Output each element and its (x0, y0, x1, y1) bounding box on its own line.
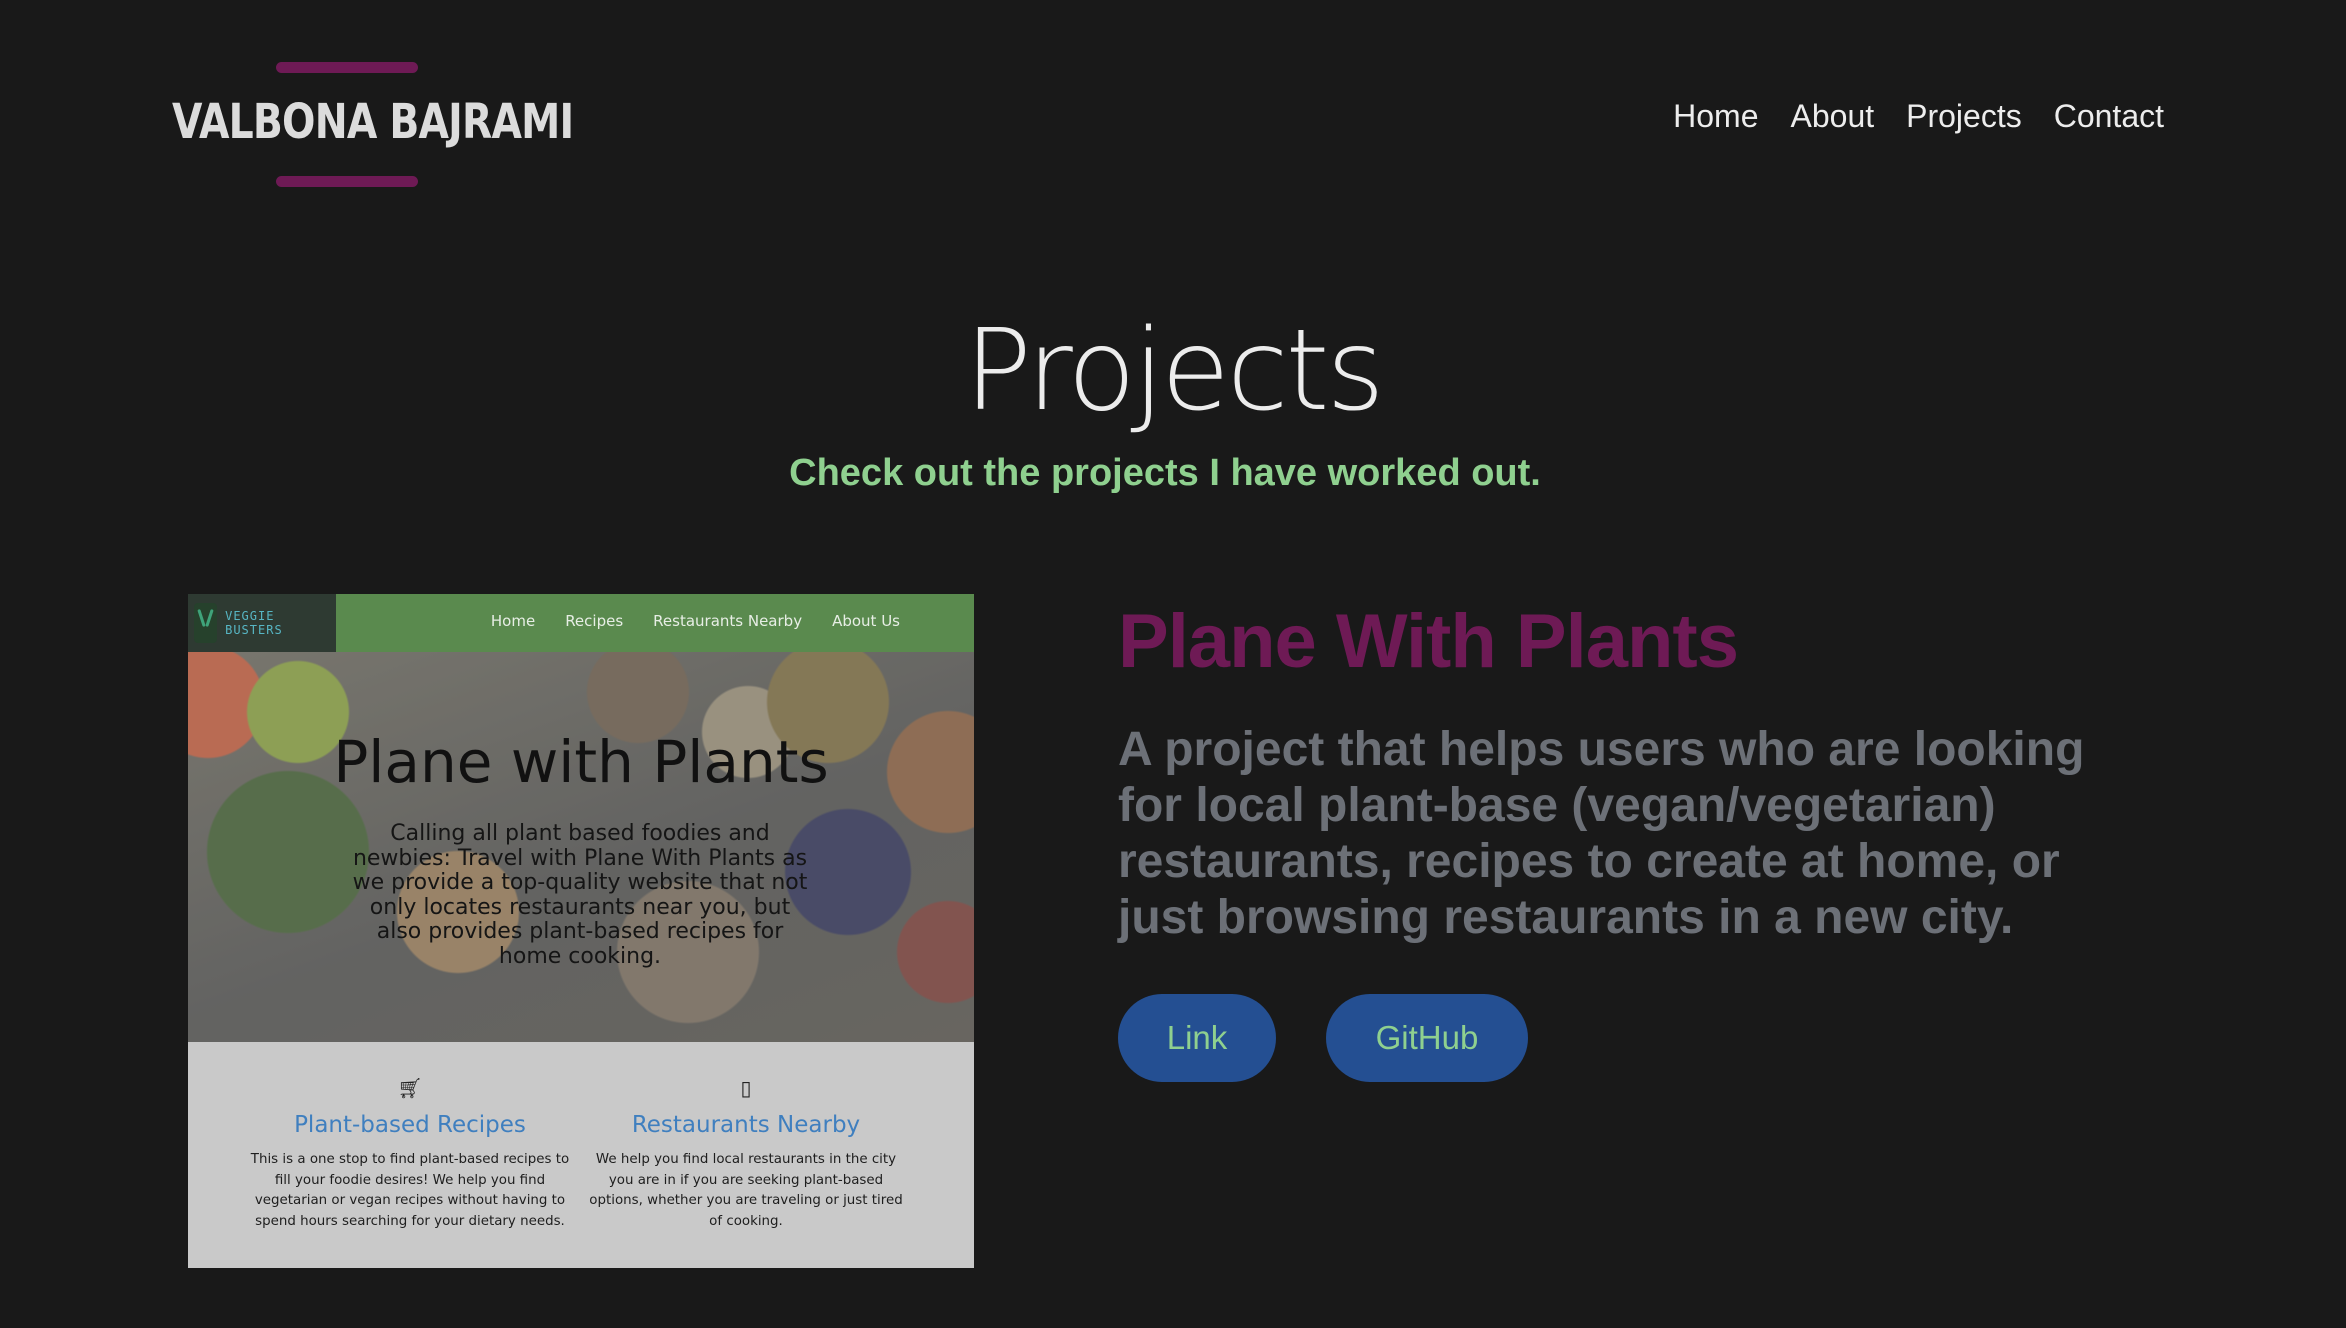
nav-contact[interactable]: Contact (2054, 98, 2164, 135)
screenshot-brand-text: VEGGIE BUSTERS (225, 609, 283, 637)
github-button[interactable]: GitHub (1326, 994, 1528, 1082)
logo-bar-bottom (276, 176, 418, 187)
screenshot-nav-restaurants: Restaurants Nearby (653, 612, 803, 630)
page-subtitle: Check out the projects I have worked out… (789, 452, 1541, 494)
main-nav: Home About Projects Contact (1673, 98, 2164, 135)
logo-bar-top (276, 62, 418, 73)
nav-home[interactable]: Home (1673, 98, 1758, 135)
project-description: A project that helps users who are looki… (1118, 723, 2085, 944)
screenshot-nav-home: Home (490, 612, 536, 630)
feature-text: We help you find local restaurants in th… (589, 1152, 903, 1229)
screenshot-features: 🛒︎ Plant-based Recipes This is a one sto… (188, 1042, 974, 1268)
screenshot-navbar: VEGGIE BUSTERS Home Recipes Restaurants … (188, 594, 974, 652)
screenshot-hero-title: Plane with Plants (333, 728, 829, 796)
screenshot-nav-recipes: Recipes (565, 612, 624, 630)
nav-about[interactable]: About (1791, 98, 1875, 135)
screenshot-nav-about: About Us (832, 612, 900, 630)
feature-text: This is a one stop to find plant-based r… (250, 1152, 570, 1229)
cart-icon: 🛒︎ (397, 1078, 423, 1100)
screenshot-hero-image: Plane with Plants Calling all plant base… (188, 652, 974, 1042)
project-screenshot: VEGGIE BUSTERS Home Recipes Restaurants … (188, 594, 974, 1268)
feature-recipes: 🛒︎ Plant-based Recipes This is a one sto… (250, 1076, 570, 1232)
nav-projects[interactable]: Projects (1906, 98, 2022, 135)
screenshot-brand: VEGGIE BUSTERS (188, 594, 336, 652)
project-link-button[interactable]: Link (1118, 994, 1276, 1082)
screenshot-hero-text: Calling all plant based foodies and newb… (352, 821, 808, 969)
page: VALBONA BAJRAMI Home About Projects Cont… (0, 0, 2346, 1328)
feature-restaurants: ▯ Restaurants Nearby We help you find lo… (582, 1076, 910, 1232)
map-icon: ▯ (740, 1078, 752, 1100)
logo[interactable]: VALBONA BAJRAMI (172, 62, 574, 188)
feature-title: Plant-based Recipes (294, 1112, 526, 1138)
screenshot-nav-links: Home Recipes Restaurants Nearby About Us (491, 612, 900, 630)
project-title: Plane With Plants (1118, 599, 1739, 684)
logo-text: VALBONA BAJRAMI (172, 94, 574, 150)
feature-title: Restaurants Nearby (631, 1112, 861, 1138)
veggie-logo-icon (194, 603, 218, 643)
page-title: Projects (964, 306, 1385, 436)
